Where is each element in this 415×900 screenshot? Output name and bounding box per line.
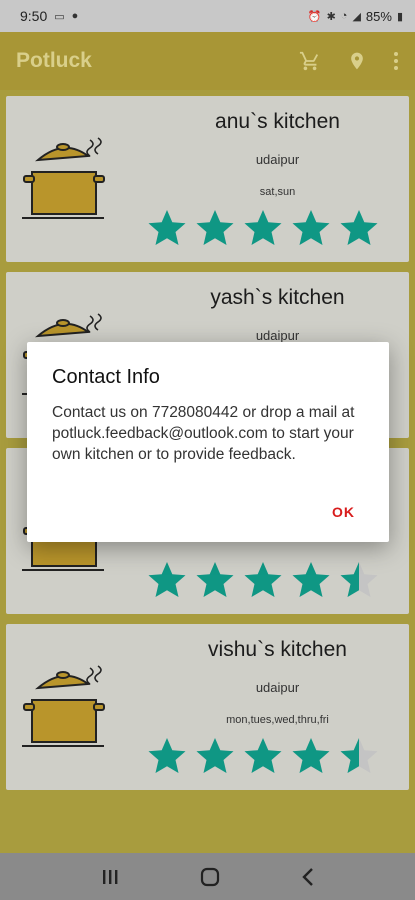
kitchen-name: vishu`s kitchen [208,638,347,661]
status-bar: 9:50 ▭ ● ⏰ ✱ ◔ ◢ 85% ▮ [0,0,415,32]
kitchen-card[interactable]: vishu`s kitchen udaipur mon,tues,wed,thr… [6,624,409,790]
kitchen-city: udaipur [255,152,300,167]
system-nav-bar [0,853,415,900]
star-icon [148,738,186,773]
star-icon [196,562,234,597]
bluetooth-icon: ✱ [326,10,336,23]
kitchen-card[interactable]: anu`s kitchen udaipur sat,sun [6,96,409,262]
cast-icon: ▭ [54,10,65,23]
kitchen-name: yash`s kitchen [210,286,345,309]
kitchen-city: udaipur [255,680,300,695]
rating-stars [146,736,380,776]
star-icon [148,210,186,245]
star-icon [340,738,378,773]
signal-icon: ◢ [352,10,361,23]
star-icon [196,738,234,773]
star-icon [244,738,282,773]
location-icon[interactable] [347,50,367,72]
more-vert-icon[interactable] [393,51,399,71]
star-icon [244,210,282,245]
battery-percent: 85% [365,8,392,24]
app-bar: Potluck [0,32,415,90]
wifi-icon: ◔ [340,10,348,22]
battery-icon: ▮ [396,10,403,23]
recent-apps-icon[interactable] [100,868,120,886]
rating-stars [146,208,380,248]
star-icon [340,562,378,597]
star-icon [340,210,378,245]
ok-button[interactable]: OK [332,504,355,520]
star-icon [292,738,330,773]
dialog-message: Contact us on 7728080442 or drop a mail … [52,404,355,463]
alarm-icon: ⏰ [307,10,322,23]
pot-icon [16,136,111,226]
star-icon [148,562,186,597]
cart-icon[interactable] [299,50,321,72]
kitchen-city: udaipur [255,328,300,343]
app-title: Potluck [16,49,92,72]
kitchen-days: sat,sun [259,186,296,198]
notification-icon: ● [71,10,79,22]
rating-stars [146,560,380,600]
back-icon[interactable] [301,867,315,887]
dialog-title: Contact Info [52,366,160,388]
star-icon [196,210,234,245]
star-icon [244,562,282,597]
star-icon [292,562,330,597]
status-time: 9:50 [20,8,48,24]
kitchen-name: anu`s kitchen [215,110,340,133]
pot-icon [16,664,111,754]
kitchen-days: mon,tues,wed,thru,fri [226,714,329,726]
star-icon [292,210,330,245]
home-icon[interactable] [200,867,220,887]
contact-info-dialog: Contact Info Contact us on 7728080442 or… [27,342,389,542]
